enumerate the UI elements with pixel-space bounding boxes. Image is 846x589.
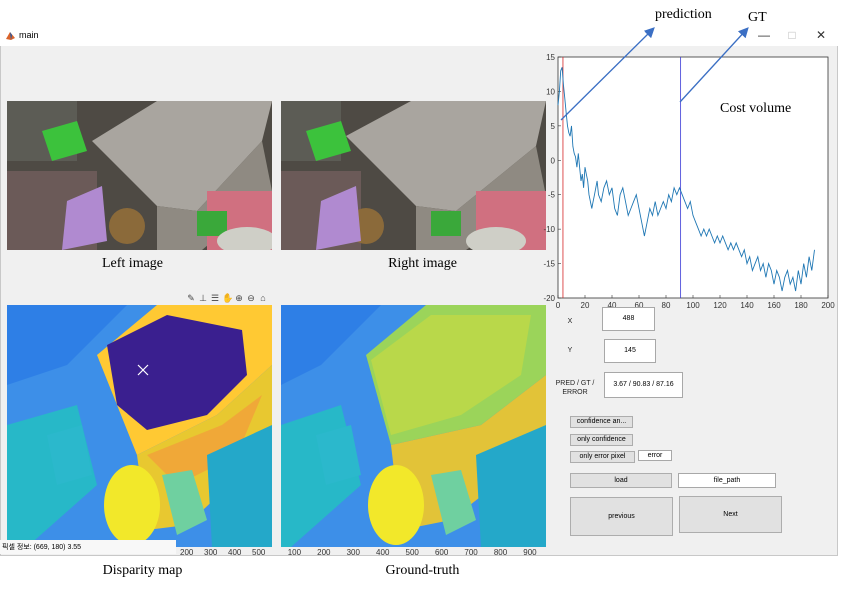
x-tick-label: 180 xyxy=(794,301,808,310)
data-cursor-icon[interactable]: ⊥ xyxy=(198,293,208,303)
ground-truth-x-tick-label: 100 xyxy=(287,548,302,557)
window-title: main xyxy=(19,30,39,40)
disparity-x-axis: 200 300 400 500 xyxy=(176,548,272,558)
x-tick-label: 140 xyxy=(740,301,754,310)
x-tick-label: 100 xyxy=(686,301,700,310)
zoom-in-icon[interactable]: ⊕ xyxy=(234,293,244,303)
x-label: X xyxy=(567,318,573,325)
ground-truth-x-tick-label: 800 xyxy=(493,548,508,557)
home-icon[interactable]: ⌂ xyxy=(258,293,268,303)
ground-truth-x-tick-label: 300 xyxy=(346,548,360,557)
annotation-arrows xyxy=(560,27,749,121)
error-field[interactable]: error xyxy=(638,450,672,461)
pred-gt-error-field[interactable]: 3.67 / 90.83 / 87.16 xyxy=(604,372,683,398)
disparity-x-tick-label: 200 xyxy=(180,548,194,557)
x-field[interactable]: 488 xyxy=(602,307,655,331)
pixel-info-text: 픽셀 정보: (669, 180) 3.55 xyxy=(2,544,82,551)
previous-button[interactable]: previous xyxy=(570,497,673,536)
ground-truth-map[interactable] xyxy=(281,305,546,547)
pred-gt-error-label: PRED / GT / ERROR xyxy=(555,380,595,396)
status-bar: 픽셀 정보: (669, 180) 3.55 xyxy=(0,540,176,554)
ground-truth-caption: Ground-truth xyxy=(385,563,460,578)
close-button[interactable]: ✕ xyxy=(809,27,833,43)
matlab-icon xyxy=(6,32,15,40)
legend-icon[interactable]: ☰ xyxy=(210,293,220,303)
x-tick-label: 80 xyxy=(662,301,671,310)
ground-truth-x-tick-label: 500 xyxy=(405,548,419,557)
y-tick-label: -5 xyxy=(548,191,556,200)
only-confidence-button[interactable]: only confidence xyxy=(570,434,633,446)
y-field[interactable]: 145 xyxy=(604,339,656,363)
left-image[interactable] xyxy=(7,101,272,250)
x-tick-label: 20 xyxy=(581,301,590,310)
right-image[interactable] xyxy=(281,101,546,250)
x-tick-label: 0 xyxy=(556,301,561,310)
gt-arrow xyxy=(679,27,749,103)
y-label: Y xyxy=(567,347,573,354)
y-tick-label: -10 xyxy=(543,225,555,234)
y-tick-label: 0 xyxy=(551,156,556,165)
load-button[interactable]: load xyxy=(570,473,672,488)
file-path-field[interactable]: file_path xyxy=(678,473,776,488)
next-button[interactable]: Next xyxy=(679,496,782,533)
disparity-x-tick-label: 400 xyxy=(228,548,242,557)
ground-truth-x-axis: 100 200 300 400 500 600 700 800 900 xyxy=(281,548,546,558)
disparity-map-caption: Disparity map xyxy=(102,563,183,578)
maximize-button[interactable]: □ xyxy=(780,27,804,43)
x-tick-label: 120 xyxy=(713,301,727,310)
ground-truth-x-tick-label: 600 xyxy=(434,548,449,557)
disparity-map[interactable] xyxy=(7,305,272,547)
ground-truth-x-tick-label: 200 xyxy=(317,548,331,557)
brush-icon[interactable]: ✎ xyxy=(186,293,196,303)
ground-truth-x-tick-label: 700 xyxy=(464,548,478,557)
zoom-out-icon[interactable]: ⊖ xyxy=(246,293,256,303)
ground-truth-x-tick-label: 400 xyxy=(376,548,390,557)
pan-icon[interactable]: ✋ xyxy=(222,293,233,303)
x-tick-label: 200 xyxy=(821,301,835,310)
left-image-caption: Left image xyxy=(101,256,164,271)
y-tick-label: -20 xyxy=(543,294,555,303)
x-tick-label: 160 xyxy=(767,301,781,310)
disparity-x-tick-label: 300 xyxy=(204,548,218,557)
prediction-arrow xyxy=(560,27,655,121)
ground-truth-x-tick-label: 900 xyxy=(523,548,537,557)
disparity-x-tick-label: 500 xyxy=(252,548,266,557)
right-image-caption: Right image xyxy=(388,256,457,271)
confidence-analysis-button[interactable]: confidence an... xyxy=(570,416,633,428)
only-error-pixel-button[interactable]: only error pixel xyxy=(570,451,635,463)
minimize-button[interactable]: — xyxy=(752,27,776,43)
y-tick-label: -15 xyxy=(543,260,555,269)
